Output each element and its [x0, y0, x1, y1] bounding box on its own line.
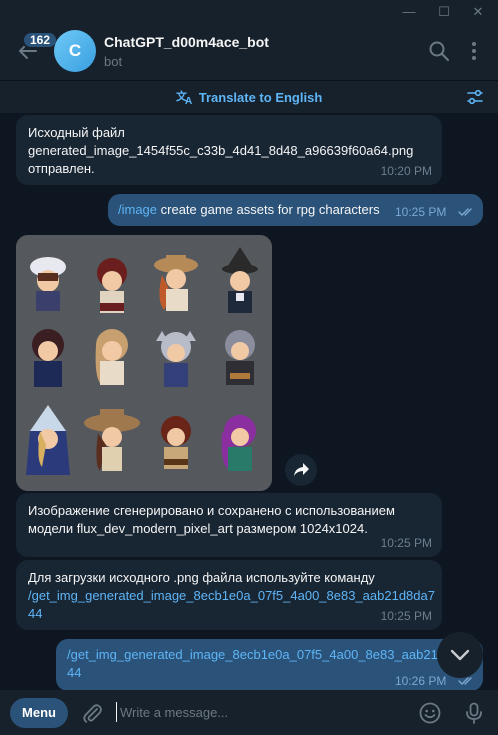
rpg-characters-image — [16, 235, 272, 491]
incoming-message[interactable]: Для загрузки исходного .png файла исполь… — [16, 560, 442, 630]
emoji-icon[interactable] — [418, 701, 442, 725]
maximize-button[interactable]: ☐ — [435, 3, 453, 21]
attach-icon[interactable] — [80, 701, 104, 725]
translate-icon: 文 A — [176, 89, 192, 107]
message-time: 10:25 PM — [395, 205, 447, 219]
chat-header: 162 C ChatGPT_d00m4ace_bot bot — [0, 24, 498, 80]
message-line: Исходный файл — [28, 125, 125, 140]
command-link[interactable]: /get_img_generated_image_8ecb1e0a_07f5_4… — [67, 646, 445, 664]
outgoing-message[interactable]: /image create game assets for rpg charac… — [108, 194, 483, 226]
translate-bar: 文 A Translate to English — [0, 80, 498, 113]
microphone-icon[interactable] — [462, 701, 486, 725]
message-line: generated_image_1454f55c_c33b_4d41_8d48_… — [28, 143, 414, 158]
incoming-message[interactable]: Исходный файл generated_image_1454f55c_c… — [16, 115, 442, 185]
chevron-down-icon — [450, 649, 470, 661]
window-titlebar: — ☐ ✕ — [0, 0, 498, 24]
message-text: Исходный файл generated_image_1454f55c_c… — [28, 124, 413, 178]
composer: Menu — [0, 690, 498, 735]
message-line: Изображение сгенерировано и сохранено с … — [28, 503, 395, 518]
outgoing-message[interactable]: /get_img_generated_image_8ecb1e0a_07f5_4… — [56, 639, 483, 690]
message-time: 10:20 PM — [380, 164, 432, 178]
message-input[interactable] — [116, 702, 396, 722]
message-time: 10:25 PM — [380, 536, 432, 550]
translate-button[interactable]: 文 A Translate to English — [0, 89, 498, 107]
command-link[interactable]: 44 — [28, 605, 435, 623]
message-line: модели flux_dev_modern_pixel_art размеро… — [28, 521, 368, 536]
message-text: Изображение сгенерировано и сохранено с … — [28, 502, 395, 538]
share-button[interactable] — [285, 454, 317, 486]
svg-text:A: A — [185, 96, 192, 105]
generated-image[interactable] — [16, 235, 272, 491]
bot-menu-button[interactable]: Menu — [10, 698, 68, 728]
command-link[interactable]: /image — [118, 202, 157, 217]
double-check-icon — [458, 208, 472, 216]
chat-title[interactable]: ChatGPT_d00m4ace_bot — [104, 34, 269, 50]
command-link[interactable]: /get_img_generated_image_8ecb1e0a_07f5_4… — [28, 587, 435, 605]
share-icon — [294, 463, 309, 476]
incoming-message[interactable]: Изображение сгенерировано и сохранено с … — [16, 493, 442, 557]
close-button[interactable]: ✕ — [469, 3, 487, 21]
message-text: /image create game assets for rpg charac… — [118, 201, 380, 219]
minimize-button[interactable]: — — [400, 3, 418, 21]
search-icon[interactable] — [428, 40, 450, 62]
scroll-to-bottom-button[interactable] — [437, 632, 483, 678]
message-text: Для загрузки исходного .png файла исполь… — [28, 569, 435, 623]
chat-status: bot — [104, 54, 123, 69]
translate-label: Translate to English — [198, 90, 323, 105]
message-list[interactable]: Исходный файл generated_image_1454f55c_c… — [0, 113, 498, 690]
more-vertical-icon[interactable] — [463, 40, 485, 62]
message-line: отправлен. — [28, 161, 95, 176]
unread-count-badge: 162 — [22, 31, 59, 49]
avatar[interactable]: C — [54, 30, 96, 72]
message-line: Для загрузки исходного .png файла исполь… — [28, 570, 375, 585]
command-link[interactable]: 44 — [67, 664, 445, 682]
message-body: create game assets for rpg characters — [157, 202, 380, 217]
message-text: /get_img_generated_image_8ecb1e0a_07f5_4… — [67, 646, 445, 682]
message-time: 10:25 PM — [380, 609, 432, 623]
filter-icon[interactable] — [466, 88, 484, 106]
